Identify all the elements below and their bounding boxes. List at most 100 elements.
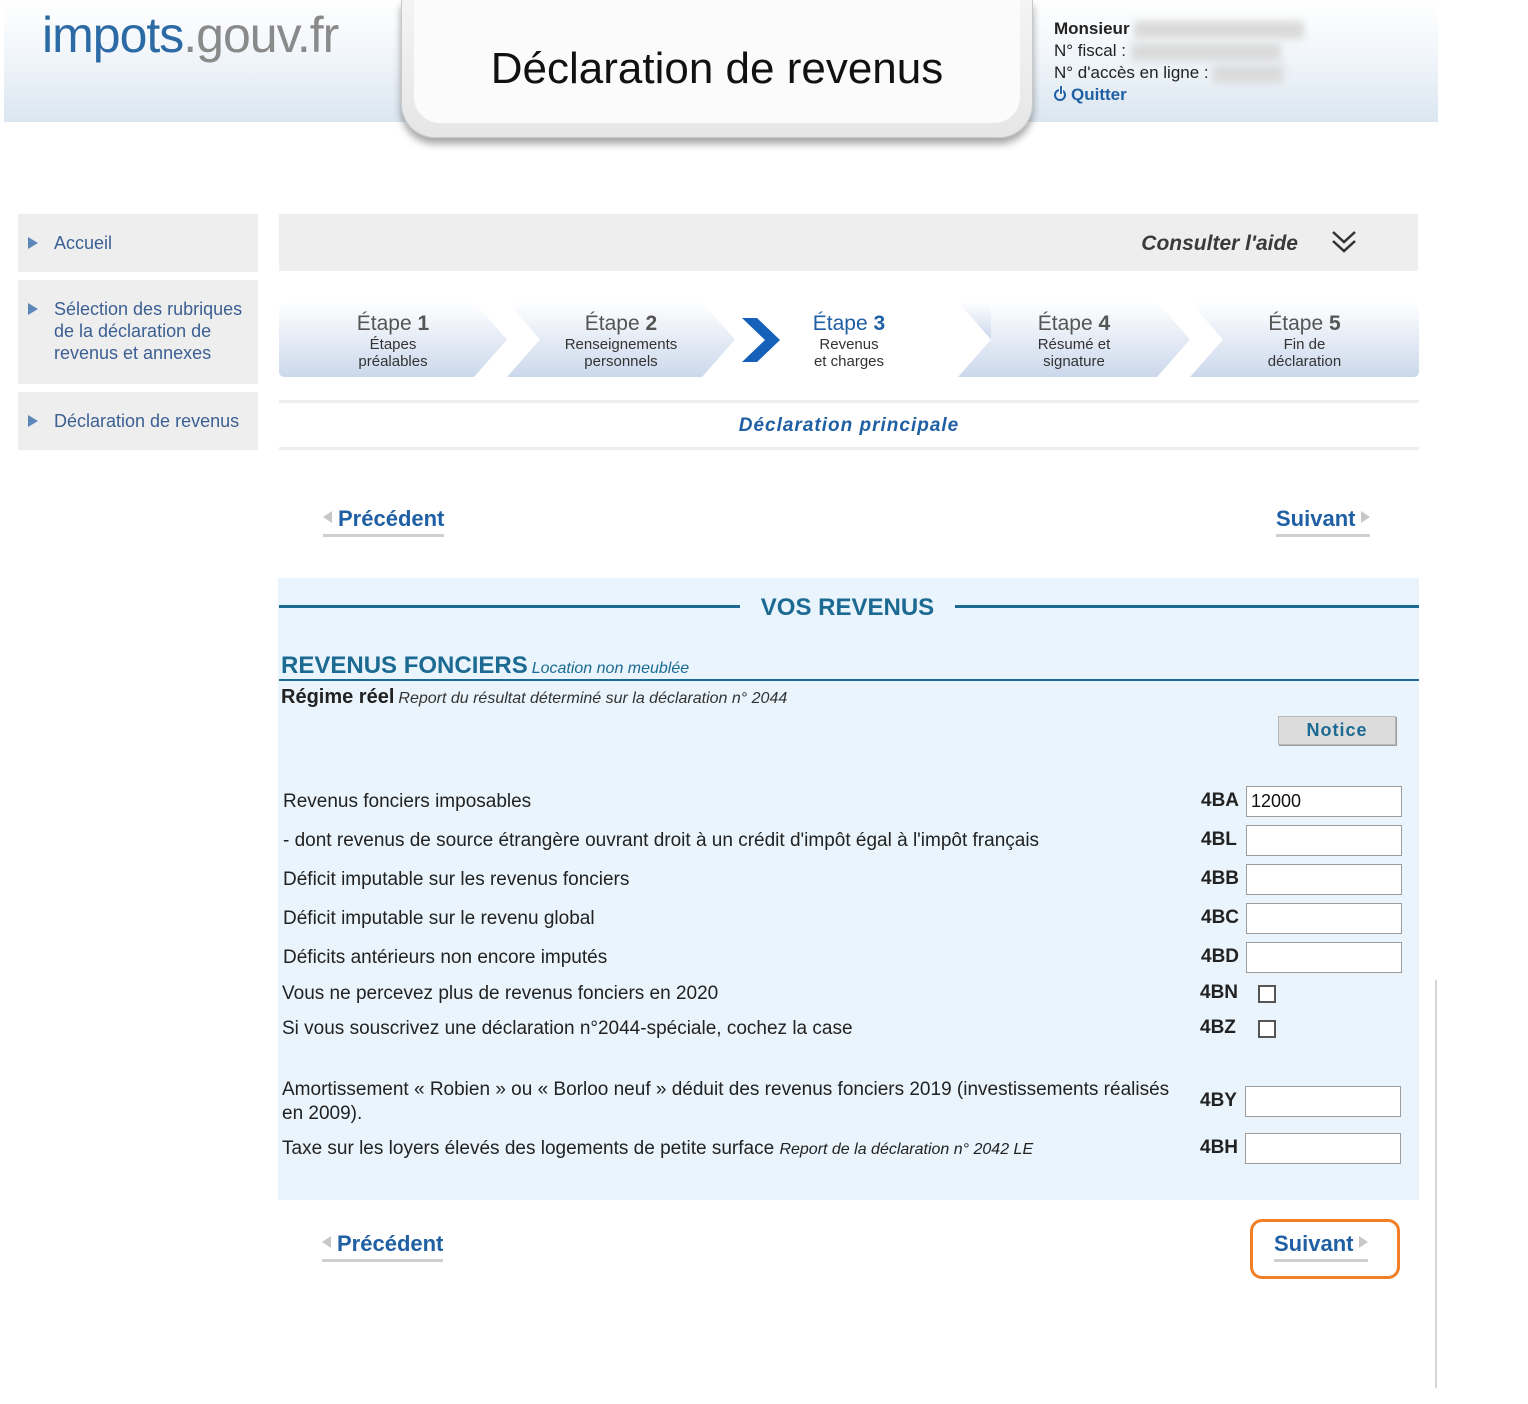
row-code-4bl: 4BL <box>1201 829 1237 850</box>
input-4bl[interactable] <box>1246 825 1402 856</box>
row-label-4bb: Déficit imputable sur les revenus foncie… <box>283 869 630 890</box>
access-number-label: N° d'accès en ligne : <box>1054 63 1209 82</box>
row-label-4bl: - dont revenus de source étrangère ouvra… <box>283 830 1040 851</box>
sidebar-item-accueil[interactable]: Accueil <box>18 214 258 272</box>
heading-note: Location non meublée <box>531 660 690 677</box>
heading-rule <box>279 679 1419 681</box>
row-code-4bb: 4BB <box>1201 868 1240 889</box>
notice-button[interactable]: Notice <box>1278 716 1396 745</box>
regime-note: Report du résultat déterminé sur la décl… <box>398 690 788 707</box>
step-3-number: 3 <box>873 312 886 335</box>
step-5-num: Étape <box>1268 312 1324 335</box>
step-4-line1: Résumé et <box>1037 336 1111 353</box>
heading-text: REVENUS FONCIERS <box>281 652 528 679</box>
input-4bh[interactable] <box>1245 1133 1401 1164</box>
scroll-divider <box>1435 980 1437 1388</box>
logo-text-part2: .gouv.fr <box>183 7 339 63</box>
quit-label: Quitter <box>1071 85 1127 104</box>
row-code-4bn: 4BN <box>1200 982 1239 1003</box>
page-title: Déclaration de revenus <box>490 44 944 93</box>
fiscal-number-label: N° fiscal : <box>1054 41 1126 60</box>
sidebar-item-label: Déclaration de revenus <box>54 411 240 431</box>
row-label-4bh-text: Taxe sur les loyers élevés des logements… <box>282 1138 775 1159</box>
sidebar-item-label: Accueil <box>54 233 113 253</box>
declaration-subtitle: Déclaration principale <box>738 415 960 436</box>
row-label-4bn: Vous ne percevez plus de revenus foncier… <box>282 983 719 1004</box>
previous-label: Précédent <box>337 1231 444 1256</box>
input-4bb[interactable] <box>1246 864 1402 895</box>
step-2-number: 2 <box>645 312 658 335</box>
input-4by[interactable] <box>1245 1086 1401 1117</box>
step-2[interactable]: Étape 2 Renseignements personnels <box>507 302 735 377</box>
double-chevron-down-icon <box>1332 231 1356 253</box>
checkbox-4bn[interactable] <box>1258 985 1276 1003</box>
title-tab: Déclaration de revenus <box>401 0 1033 138</box>
step-3-line1: Revenus <box>819 336 879 353</box>
regime-label: Régime réel <box>281 686 395 708</box>
quit-link[interactable]: Quitter <box>1054 84 1304 106</box>
redacted-name <box>1134 20 1305 39</box>
row-code-4ba: 4BA <box>1201 790 1240 811</box>
row-code-4bh: 4BH <box>1200 1137 1239 1158</box>
triangle-left-icon <box>323 511 332 523</box>
step-1[interactable]: Étape 1 Étapes préalables <box>279 302 507 377</box>
help-bar[interactable]: Consulter l'aide <box>279 214 1418 271</box>
help-label: Consulter l'aide <box>1141 232 1298 255</box>
row-note-4bh: Report de la déclaration n° 2042 LE <box>779 1141 1034 1158</box>
triangle-right-icon <box>28 303 38 315</box>
step-5-line2: déclaration <box>1267 353 1342 370</box>
row-label-4by: Amortissement « Robien » ou « Borloo neu… <box>282 1079 1170 1124</box>
step-5-line1: Fin de <box>1283 336 1326 353</box>
step-5[interactable]: Étape 5 Fin de déclaration <box>1190 302 1419 377</box>
row-label-4bd: Déficits antérieurs non encore imputés <box>283 947 608 968</box>
step-2-num: Étape <box>584 312 640 335</box>
power-icon <box>1054 86 1066 101</box>
sidebar-item-declaration[interactable]: Déclaration de revenus <box>18 392 258 450</box>
row-label-4bz: Si vous souscrivez une déclaration n°204… <box>282 1018 853 1039</box>
regime-line: Régime réel Report du résultat déterminé … <box>281 686 787 709</box>
step-2-line1: Renseignements <box>564 336 678 353</box>
step-4-num: Étape <box>1037 312 1093 335</box>
step-4[interactable]: Étape 4 Résumé et signature <box>958 302 1190 377</box>
row-label-4bc: Déficit imputable sur le revenu global <box>283 908 595 929</box>
step-1-num: Étape <box>356 312 412 335</box>
step-3[interactable]: Étape 3 Revenus et charges <box>735 302 963 377</box>
step-5-number: 5 <box>1329 312 1341 335</box>
step-2-line2: personnels <box>584 353 658 370</box>
section-title: VOS REVENUS <box>760 594 935 621</box>
checkbox-4bz[interactable] <box>1258 1020 1276 1038</box>
step-4-line2: signature <box>1043 353 1105 370</box>
user-name: Monsieur <box>1054 19 1130 38</box>
subtitle-bar: Déclaration principale <box>279 400 1419 450</box>
step-4-number: 4 <box>1098 312 1111 335</box>
triangle-right-icon <box>28 415 38 427</box>
input-4bc[interactable] <box>1246 903 1402 934</box>
site-logo[interactable]: impots.gouv.fr <box>42 6 339 64</box>
redacted-fiscal-number <box>1130 42 1281 61</box>
step-1-number: 1 <box>417 312 430 335</box>
step-3-num: Étape <box>812 312 868 335</box>
row-label-4ba: Revenus fonciers imposables <box>283 791 532 812</box>
sidebar-item-selection-rubriques[interactable]: Sélection des rubriques de la déclaratio… <box>18 280 258 384</box>
next-label: Suivant <box>1274 1231 1354 1256</box>
previous-button-top[interactable]: Précédent <box>323 506 445 537</box>
step-1-line1: Étapes <box>369 336 417 353</box>
row-code-4bz: 4BZ <box>1200 1017 1236 1038</box>
step-1-line2: préalables <box>358 353 428 370</box>
next-button-top[interactable]: Suivant <box>1276 506 1371 537</box>
input-4bd[interactable] <box>1246 942 1402 973</box>
triangle-right-icon <box>28 237 38 249</box>
user-info: Monsieur N° fiscal : N° d'accès en ligne… <box>1054 18 1305 106</box>
previous-button-bottom[interactable]: Précédent <box>322 1231 444 1262</box>
row-code-4bd: 4BD <box>1201 946 1240 967</box>
input-4ba[interactable] <box>1246 786 1402 817</box>
section-rule-left <box>279 605 740 608</box>
revenus-fonciers-heading: REVENUS FONCIERS Location non meublée <box>281 652 689 680</box>
logo-text-part1: impots <box>42 7 184 63</box>
row-code-4by: 4BY <box>1200 1090 1237 1111</box>
next-button-bottom[interactable]: Suivant <box>1274 1231 1369 1262</box>
triangle-right-icon <box>1361 511 1371 523</box>
step-3-line2: et charges <box>813 353 885 370</box>
triangle-left-icon <box>322 1236 331 1248</box>
triangle-right-icon <box>1359 1236 1369 1248</box>
